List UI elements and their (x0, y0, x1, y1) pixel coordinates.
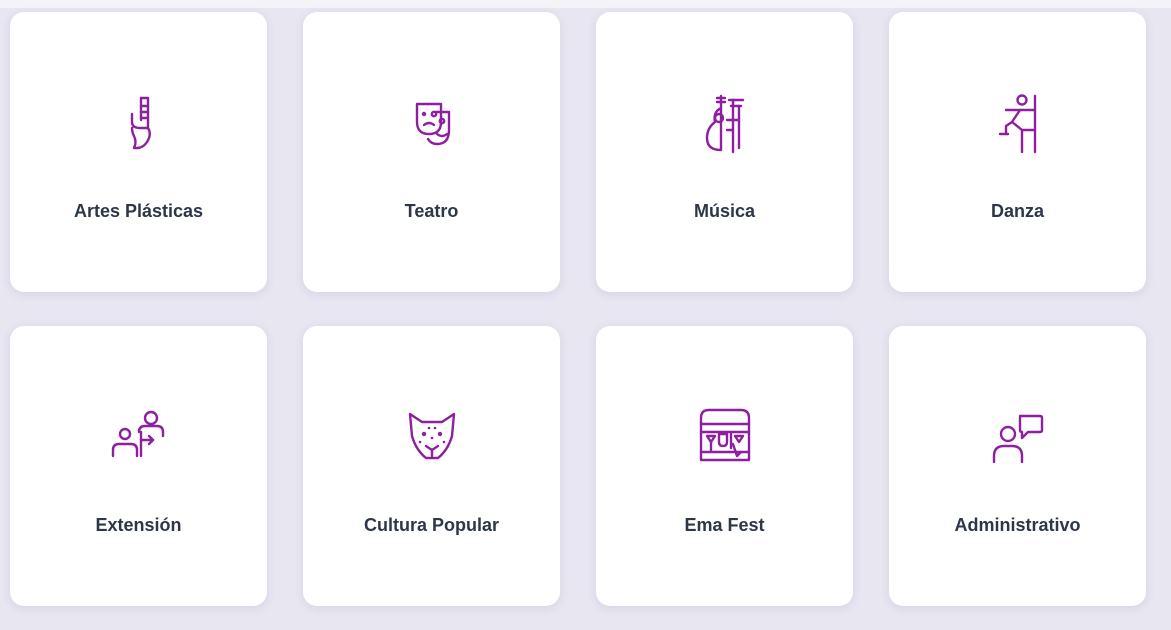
card-artes-plasticas[interactable]: Artes Plásticas (10, 12, 267, 292)
dancer-icon (986, 90, 1050, 154)
card-label: Artes Plásticas (73, 201, 204, 221)
card-danza[interactable]: Danza (889, 12, 1146, 292)
card-musica[interactable]: Música (596, 12, 853, 292)
person-speech-icon (986, 404, 1050, 468)
card-label: Teatro (404, 201, 459, 221)
card-extension[interactable]: Extensión (10, 326, 267, 606)
violin-icon (693, 90, 757, 154)
area-grid: Artes Plásticas Teatro Música Danza Exte… (10, 12, 1146, 606)
card-label: Administrativo (954, 515, 1081, 535)
paintbrush-icon (107, 90, 171, 154)
card-label: Danza (990, 201, 1044, 221)
card-teatro[interactable]: Teatro (303, 12, 560, 292)
jaguar-mask-icon (400, 404, 464, 468)
card-label: Extensión (95, 515, 182, 535)
card-administrativo[interactable]: Administrativo (889, 326, 1146, 606)
festival-stand-icon (693, 404, 757, 468)
top-strip (0, 0, 1171, 8)
theater-masks-icon (400, 90, 464, 154)
card-ema-fest[interactable]: Ema Fest (596, 326, 853, 606)
card-cultura-popular[interactable]: Cultura Popular (303, 326, 560, 606)
card-label: Ema Fest (684, 515, 765, 535)
card-label: Cultura Popular (363, 515, 499, 535)
card-label: Música (693, 201, 756, 221)
people-extension-icon (107, 404, 171, 468)
